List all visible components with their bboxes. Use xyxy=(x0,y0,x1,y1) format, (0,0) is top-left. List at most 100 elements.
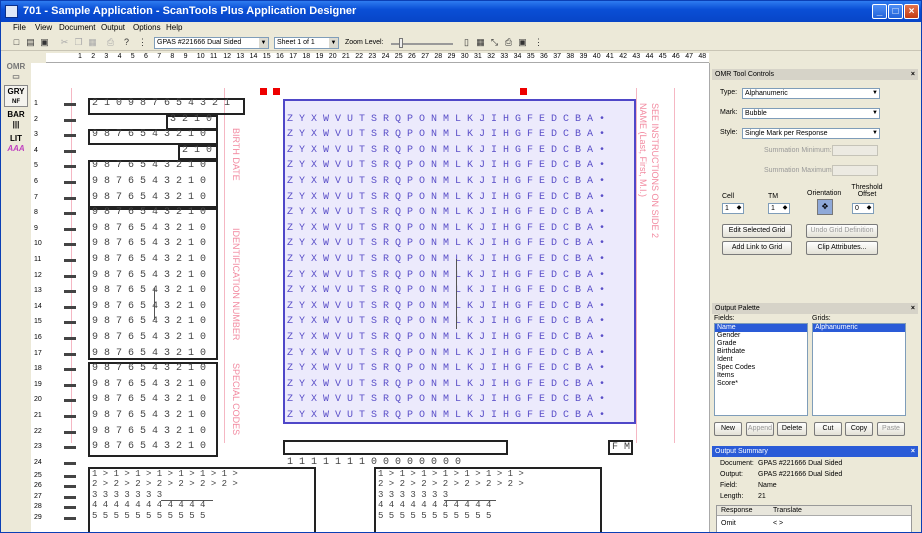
digit-bubble-row: 9 8 7 6 5 4 3 2 1 0 xyxy=(92,378,207,390)
page-icon[interactable]: ▯ xyxy=(461,37,472,48)
type-select[interactable]: Alphanumeric ▼ xyxy=(742,88,880,99)
form-sheet-canvas[interactable]: BIRTH DATE IDENTIFICATION NUMBER SPECIAL… xyxy=(46,63,709,532)
append-button[interactable]: Append xyxy=(746,422,774,436)
maximize-button[interactable]: □ xyxy=(888,4,903,19)
close-icon[interactable]: × xyxy=(911,303,915,314)
copy-icon[interactable]: ❐ xyxy=(73,37,84,48)
output-value: GPAS #221666 Dual Sided xyxy=(758,471,843,478)
orientation-icon[interactable]: ✥ xyxy=(817,199,833,215)
close-icon[interactable]: × xyxy=(911,446,915,457)
field-list-item[interactable]: Ident xyxy=(715,356,807,364)
threshold-spinner[interactable]: 0 ◆ xyxy=(852,203,874,214)
ones-grid-box[interactable] xyxy=(283,440,508,455)
row-number: 18 xyxy=(34,365,42,373)
barcode-tool-label: BAR xyxy=(7,110,25,119)
new-button[interactable]: New xyxy=(714,422,742,436)
delete-button[interactable]: Delete xyxy=(777,422,807,436)
digit-bubble-row: 9 8 7 6 5 4 3 2 1 0 xyxy=(92,394,207,406)
summation-maximum-input[interactable] xyxy=(832,165,878,176)
row-number: 17 xyxy=(34,349,42,357)
fields-list[interactable]: Name Gender Grade Birthdate Ident Spec Codes I… xyxy=(714,323,808,416)
undo-grid-definition-button[interactable]: Undo Grid Definition xyxy=(806,224,878,238)
cut-icon[interactable]: ✂ xyxy=(59,37,70,48)
field-list-item[interactable]: Score* xyxy=(715,380,807,388)
digit-bubble-row: 2 1 0 9 8 7 6 5 4 3 2 1 xyxy=(92,98,231,109)
new-file-icon[interactable]: □ xyxy=(11,37,22,48)
ruler-col-number: 7 xyxy=(157,53,162,60)
mark-label: Mark: xyxy=(720,109,738,116)
translate-table[interactable]: Response Translate Omit < > xyxy=(716,505,912,532)
grid-icon[interactable]: ▦ xyxy=(475,37,486,48)
timing-mark xyxy=(64,368,76,372)
help-pointer-icon[interactable]: ? xyxy=(121,37,132,48)
alpha-bubble-row: Z Y X W V U T S R Q P O N M L K J I H G … xyxy=(287,363,606,375)
gray-tool-button[interactable]: GRY NF xyxy=(4,85,28,107)
cut-button[interactable]: Cut xyxy=(814,422,842,436)
grids-list[interactable]: Alphanumeric xyxy=(812,323,906,416)
timing-mark xyxy=(64,352,76,356)
row-number: 1 xyxy=(34,100,38,107)
digit-bubble-row: 9 8 7 6 5 4 3 2 1 0 xyxy=(92,363,207,375)
field-list-item[interactable]: Birthdate xyxy=(715,348,807,356)
ruler-col-number: 1 xyxy=(78,53,82,60)
style-select[interactable]: Single Mark per Response ▼ xyxy=(742,128,880,139)
mark-select-value: Bubble xyxy=(745,110,767,117)
alpha-bubble-row: Z Y X W V U T S R Q P O N M L K J I H G … xyxy=(287,238,606,250)
add-link-to-grid-button[interactable]: Add Link to Grid xyxy=(722,241,792,255)
paste-icon[interactable]: ▦ xyxy=(87,37,98,48)
ruler-col-number: 16 xyxy=(276,53,284,60)
move-icon[interactable]: ⤡ xyxy=(489,37,500,48)
export-icon[interactable]: ▣ xyxy=(517,37,528,48)
menu-output[interactable]: Output xyxy=(101,23,125,32)
row-number: 23 xyxy=(34,443,42,451)
tm-spinner[interactable]: 1 ◆ xyxy=(768,203,790,214)
form-select[interactable]: GPAS #221666 Dual Sided ▼ xyxy=(154,37,269,49)
print-preview-icon[interactable]: ⎙ xyxy=(503,37,514,48)
sheet-select[interactable]: Sheet 1 of 1 ▼ xyxy=(274,37,339,49)
ruler-col-number: 34 xyxy=(513,53,522,60)
timing-mark xyxy=(64,196,76,200)
literal-tool-button[interactable]: LIT AAA xyxy=(4,133,28,155)
menu-view[interactable]: View xyxy=(35,23,52,32)
menu-options[interactable]: Options xyxy=(133,23,161,32)
field-list-item[interactable]: Spec Codes xyxy=(715,364,807,372)
copy-button[interactable]: Copy xyxy=(845,422,873,436)
open-folder-icon[interactable]: ▤ xyxy=(25,37,36,48)
close-icon[interactable]: × xyxy=(911,69,915,80)
pink-guide-line xyxy=(636,88,637,443)
row-number: 2 xyxy=(34,115,38,123)
pink-instructions-label: SEE INSTRUCTIONS ON SIDE 2 xyxy=(650,103,660,239)
style-select-value: Single Mark per Response xyxy=(745,130,828,137)
field-list-item[interactable]: Items xyxy=(715,372,807,380)
row-number: 28 xyxy=(34,503,42,511)
zoom-slider-thumb[interactable] xyxy=(399,38,403,48)
close-button[interactable]: × xyxy=(904,4,919,19)
field-list-item[interactable]: Name xyxy=(715,324,807,332)
item-bubble-row-left: 3 3 3 3 3 3 3 xyxy=(92,489,163,500)
pink-birth-date-label: BIRTH DATE xyxy=(231,128,241,181)
pink-guide-line xyxy=(674,88,675,443)
field-list-item[interactable]: Gender xyxy=(715,332,807,340)
print-icon[interactable]: ⎙ xyxy=(105,37,116,48)
grid-list-item[interactable]: Alphanumeric xyxy=(813,324,905,332)
ones-bubble-row: 1 1 1 1 1 1 1 0 0 0 0 0 0 0 0 xyxy=(287,456,462,468)
cell-spinner[interactable]: 1 ◆ xyxy=(722,203,744,214)
summation-minimum-input[interactable] xyxy=(832,145,878,156)
vertical-ruler: 1 2 3 4 5 6 7 8 9 10 11 12 13 14 15 16 17 18 19 20 21 22 23 24 2… xyxy=(31,63,46,532)
row-number: 14 xyxy=(34,302,42,310)
paste-button[interactable]: Paste xyxy=(877,422,905,436)
timing-mark xyxy=(64,461,76,465)
field-list-item[interactable]: Grade xyxy=(715,340,807,348)
digit-bubble-row: 9 8 7 6 5 4 3 2 1 0 xyxy=(92,207,207,219)
save-icon[interactable]: ▣ xyxy=(39,37,50,48)
barcode-tool-button[interactable]: BAR ||| xyxy=(4,109,28,131)
ruler-col-number: 38 xyxy=(566,53,575,60)
menu-document[interactable]: Document xyxy=(59,23,95,32)
mark-select[interactable]: Bubble ▼ xyxy=(742,108,880,119)
omr-tool-button[interactable]: OMR ▭ xyxy=(4,61,28,83)
edit-selected-grid-button[interactable]: Edit Selected Grid xyxy=(722,224,792,238)
clip-attributes-button[interactable]: Clip Attributes... xyxy=(806,241,878,255)
menu-help[interactable]: Help xyxy=(166,23,182,32)
menu-file[interactable]: File xyxy=(13,23,26,32)
minimize-button[interactable]: _ xyxy=(872,4,887,19)
